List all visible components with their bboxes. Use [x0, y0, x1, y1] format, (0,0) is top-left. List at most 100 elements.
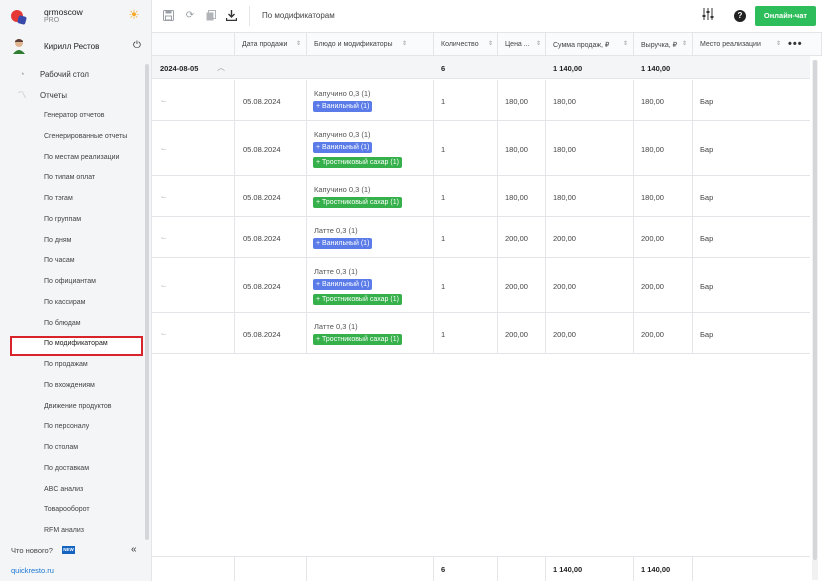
cell-date: 05.08.2024 — [243, 97, 281, 106]
submenu-item-by-tags[interactable]: По тэгам — [0, 189, 146, 210]
submenu-item-generated-reports[interactable]: Сгенерированные отчеты — [0, 127, 146, 148]
cell-sum: 200,00 — [553, 330, 576, 339]
submenu-item-by-entries[interactable]: По вхождениям — [0, 376, 146, 397]
sort-icon[interactable]: ⇕ — [402, 40, 407, 47]
table-scrollbar[interactable] — [812, 60, 818, 580]
submenu-item-by-modifiers[interactable]: По модификаторам — [0, 334, 146, 357]
sort-icon[interactable]: ⇕ — [682, 40, 687, 47]
table-row[interactable]: ⌙ 05.08.2024 1 180,00 180,00 180,00 Бар Капучин… — [152, 176, 810, 217]
submenu-item-by-payment-types[interactable]: По типам оплат — [0, 168, 146, 189]
submenu-item-by-staff[interactable]: По персоналу — [0, 417, 146, 438]
table-row[interactable]: ⌙ 05.08.2024 1 200,00 200,00 200,00 Бар Латте 0… — [152, 258, 810, 313]
table-row[interactable]: ⌙ 05.08.2024 1 180,00 180,00 180,00 Бар Капучин… — [152, 80, 810, 121]
submenu-item-label: RFM анализ — [44, 527, 84, 534]
row-link-icon[interactable]: ⌙ — [161, 97, 167, 105]
brand-name: qrmoscow — [44, 7, 83, 17]
page-title: По модификаторам — [262, 11, 335, 20]
whats-new[interactable]: Что нового? NEW « — [0, 542, 152, 558]
submenu-item-abc-analysis[interactable]: ABC анализ — [0, 480, 146, 501]
row-link-icon[interactable]: ⌙ — [161, 145, 167, 153]
submenu-item-label: По дням — [44, 236, 72, 244]
chevron-up-icon[interactable]: ︿ — [217, 62, 225, 73]
more-options-icon[interactable]: ••• — [788, 38, 803, 50]
online-chat-button[interactable]: Онлайн-чат — [755, 6, 816, 26]
totals-row: 6 1 140,00 1 140,00 — [152, 556, 810, 581]
cell-dish: Капучино 0,3 (1) — [314, 185, 371, 194]
submenu-item-turnover[interactable]: Товарооборот — [0, 500, 146, 521]
submenu-item-by-places[interactable]: По местам реализации — [0, 148, 146, 169]
submenu-item-by-hours[interactable]: По часам — [0, 251, 146, 272]
submenu-item-by-dishes[interactable]: По блюдам — [0, 314, 146, 335]
submenu-item-by-groups[interactable]: По группам — [0, 210, 146, 231]
column-header-price[interactable]: Цена ... ⇕ — [498, 33, 546, 56]
help-icon[interactable]: ? — [734, 10, 746, 22]
submenu-item-product-movement[interactable]: Движение продуктов — [0, 397, 146, 418]
cell-price: 180,00 — [505, 97, 528, 106]
scrollbar-thumb[interactable] — [813, 60, 817, 560]
cell-qty: 1 — [441, 330, 446, 339]
sort-icon[interactable]: ⇕ — [536, 40, 541, 47]
quickresto-link[interactable]: quickresto.ru — [11, 566, 54, 575]
modifier-tag: + Тростниковый сахар (1) — [313, 334, 402, 345]
row-link-icon[interactable]: ⌙ — [161, 193, 167, 201]
total-revenue: 1 140,00 — [641, 565, 671, 574]
table-row[interactable]: ⌙ 05.08.2024 1 200,00 200,00 200,00 Бар Латте 0… — [152, 217, 810, 258]
submenu-item-by-days[interactable]: По дням — [0, 231, 146, 252]
sort-icon[interactable]: ⇕ — [488, 40, 493, 47]
user-block[interactable]: Кирилл Рестов ⏻ — [0, 36, 152, 58]
refresh-icon[interactable]: ⟳ — [184, 10, 196, 22]
sort-icon[interactable]: ⇕ — [296, 40, 301, 47]
submenu-item-label: ABC анализ — [44, 485, 84, 493]
total-sum: 1 140,00 — [553, 565, 583, 574]
submenu-item-rfm-analysis[interactable]: RFM анализ — [0, 521, 146, 542]
submenu-item-label: По персоналу — [44, 423, 90, 431]
table-cell — [307, 176, 434, 216]
submenu-item-by-sales[interactable]: По продажам — [0, 355, 146, 376]
row-link-icon[interactable]: ⌙ — [161, 330, 167, 338]
submenu-item-by-waiters[interactable]: По официантам — [0, 272, 146, 293]
theme-toggle-sun-icon[interactable]: ☀ — [127, 8, 141, 22]
submenu-item-label: По столам — [44, 444, 79, 451]
collapse-sidebar-icon[interactable]: « — [131, 544, 137, 555]
toolbar-divider — [249, 6, 250, 26]
cell-qty: 1 — [441, 282, 446, 291]
submenu-item-by-tables[interactable]: По столам — [0, 438, 146, 459]
sort-icon[interactable]: ⇕ — [776, 40, 781, 47]
column-header-sum[interactable]: Сумма продаж, ₽ ⇕ — [546, 33, 634, 56]
column-header-qty[interactable]: Количество ⇕ — [434, 33, 498, 56]
cell-date: 05.08.2024 — [243, 330, 281, 339]
brand-block[interactable]: qrmoscow PRO ☀ — [0, 0, 152, 34]
nav-item-dashboard[interactable]: ◔ Рабочий стол — [0, 64, 146, 84]
sort-icon[interactable]: ⇕ — [623, 40, 628, 47]
column-header-label: Сумма продаж, ₽ — [553, 42, 610, 49]
submenu-item-label: По продажам — [44, 361, 88, 368]
column-header-date[interactable]: Дата продажи ⇕ — [235, 33, 307, 56]
report-table: Дата продажи ⇕ Блюдо и модификаторы ⇕ Коли… — [152, 33, 822, 581]
group-revenue: 1 140,00 — [641, 64, 671, 73]
submenu-item-label: По часам — [44, 257, 75, 265]
column-header-revenue[interactable]: Выручка, ₽ ⇕ — [634, 33, 693, 56]
column-settings-icon[interactable] — [701, 8, 715, 22]
row-link-icon[interactable]: ⌙ — [161, 282, 167, 290]
column-header-label: Блюдо и модификаторы — [314, 41, 393, 48]
submenu-item-label: По доставкам — [44, 464, 90, 472]
cell-sum: 200,00 — [553, 234, 576, 243]
submenu-item-by-deliveries[interactable]: По доставкам — [0, 459, 146, 480]
row-link-icon[interactable]: ⌙ — [161, 234, 167, 242]
copy-icon[interactable] — [205, 10, 217, 22]
logout-power-icon[interactable]: ⏻ — [131, 40, 143, 52]
brand-logo-icon — [11, 10, 27, 25]
submenu-item-by-cashiers[interactable]: По кассирам — [0, 293, 146, 314]
nav-item-reports[interactable]: 〽 Отчеты — [0, 85, 146, 105]
sidebar-scrollbar[interactable] — [145, 64, 149, 540]
column-header-dish[interactable]: Блюдо и модификаторы ⇕ — [307, 33, 434, 56]
table-row[interactable]: ⌙ 05.08.2024 1 180,00 180,00 180,00 Бар Капучин… — [152, 121, 810, 176]
download-icon[interactable] — [225, 10, 237, 22]
table-row[interactable]: ⌙ 05.08.2024 1 200,00 200,00 200,00 Бар Латте 0… — [152, 313, 810, 354]
group-row[interactable]: 2024-08-05 ︿ 6 1 140,00 1 140,00 — [152, 56, 810, 79]
submenu-item-report-generator[interactable]: Генератор отчетов — [0, 106, 146, 127]
save-icon[interactable] — [162, 10, 174, 22]
column-header-place[interactable]: Место реализации ⇕ — [693, 33, 822, 56]
table-cell — [307, 217, 434, 257]
cell-date: 05.08.2024 — [243, 234, 281, 243]
